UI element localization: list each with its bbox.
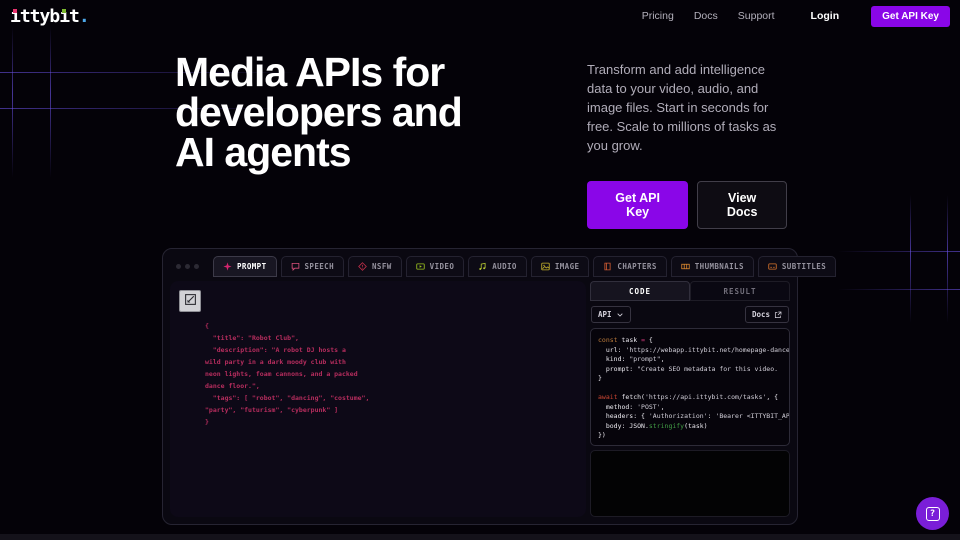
question-mark-icon: ? [926, 507, 940, 521]
demo-tab-speech[interactable]: SPEECH [281, 256, 345, 277]
sparkle-icon [223, 262, 232, 271]
api-dropdown-label: API [598, 310, 612, 319]
logo-period: . [79, 6, 89, 27]
hero-right-column: Transform and add intelligence data to y… [587, 60, 787, 229]
top-nav: ıttybıt. Pricing Docs Support Login Get … [0, 0, 960, 32]
cta-row: Get API Key View Docs [587, 181, 787, 229]
grid-line-right-h2 [838, 289, 960, 290]
demo-tab-label: PROMPT [237, 262, 267, 271]
code-result-tabs: CODE RESULT [590, 281, 790, 301]
window-dot [194, 264, 199, 269]
chevron-down-icon [616, 311, 624, 319]
demo-tab-label: IMAGE [555, 262, 580, 271]
demo-main: { "title": "Robot Club", "description": … [170, 281, 790, 517]
window-dot [176, 264, 181, 269]
captions-icon [768, 262, 777, 271]
grid-line-right-v1 [910, 195, 911, 323]
page-title: Media APIs fordevelopers andAI agents [175, 52, 462, 172]
demo-tab-video[interactable]: VIDEO [406, 256, 465, 277]
demo-tab-bar: PROMPT SPEECH NSFW VIDEO AUDIO IMAGE CHAPTERS T… [170, 256, 790, 281]
demo-tab-thumbnails[interactable]: THUMBNAILS [671, 256, 754, 277]
next-section-edge [0, 534, 960, 540]
api-dropdown[interactable]: API [591, 306, 631, 323]
code-block: const task = { url: 'https://webapp.itty… [590, 328, 790, 446]
window-dot [185, 264, 190, 269]
tab-code[interactable]: CODE [590, 281, 690, 301]
filmstrip-icon [681, 262, 690, 271]
logo-t: t [69, 6, 79, 27]
demo-tab-label: VIDEO [430, 262, 455, 271]
code-toolbar: API Docs [590, 301, 790, 328]
get-api-key-button-header[interactable]: Get API Key [871, 6, 950, 27]
result-output-area [590, 450, 790, 517]
demo-panel: PROMPT SPEECH NSFW VIDEO AUDIO IMAGE CHAPTERS T… [162, 248, 798, 525]
tab-result[interactable]: RESULT [690, 281, 790, 301]
demo-tab-chapters[interactable]: CHAPTERS [593, 256, 666, 277]
nav-pricing[interactable]: Pricing [642, 10, 674, 22]
video-icon [416, 262, 425, 271]
demo-tab-label: AUDIO [492, 262, 517, 271]
grid-line-right-v2 [947, 195, 948, 323]
window-dots [176, 264, 199, 269]
chat-help-button[interactable]: ? [916, 497, 949, 530]
speech-bubble-icon [291, 262, 300, 271]
demo-tab-label: CHAPTERS [617, 262, 656, 271]
view-docs-button[interactable]: View Docs [697, 181, 787, 229]
demo-tab-label: SUBTITLES [782, 262, 826, 271]
external-link-icon [774, 311, 782, 319]
media-cast-button[interactable] [179, 290, 201, 312]
demo-tab-audio[interactable]: AUDIO [468, 256, 527, 277]
grid-line-top-left-v1 [12, 26, 13, 178]
demo-tab-subtitles[interactable]: SUBTITLES [758, 256, 836, 277]
docs-button-label: Docs [752, 310, 770, 319]
nav-support[interactable]: Support [738, 10, 775, 22]
logo-letter-i1: ı [10, 6, 20, 27]
logo[interactable]: ıttybıt. [10, 6, 89, 27]
nav-docs[interactable]: Docs [694, 10, 718, 22]
demo-tab-prompt[interactable]: PROMPT [213, 256, 277, 277]
demo-tab-nsfw[interactable]: NSFW [348, 256, 402, 277]
image-icon [541, 262, 550, 271]
grid-line-top-left-v2 [50, 26, 51, 178]
demo-tab-label: NSFW [372, 262, 392, 271]
demo-tab-label: SPEECH [305, 262, 335, 271]
nav-login[interactable]: Login [811, 10, 840, 22]
cast-icon [184, 293, 197, 309]
demo-tab-list: PROMPT SPEECH NSFW VIDEO AUDIO IMAGE CHAPTERS T… [213, 256, 836, 277]
code-pane: CODE RESULT API Docs const task = { ur [590, 281, 790, 517]
logo-mid: ttyb [20, 6, 59, 27]
logo-letter-i2: ı [59, 6, 69, 27]
demo-tab-image[interactable]: IMAGE [531, 256, 590, 277]
alert-diamond-icon [358, 262, 367, 271]
hero-description: Transform and add intelligence data to y… [587, 60, 787, 155]
demo-tab-label: THUMBNAILS [695, 262, 744, 271]
get-api-key-button-hero[interactable]: Get API Key [587, 181, 688, 229]
prompt-json-code: { "title": "Robot Club", "description": … [205, 320, 577, 428]
music-note-icon [478, 262, 487, 271]
prompt-preview-pane: { "title": "Robot Club", "description": … [170, 281, 586, 517]
grid-line-right-h1 [838, 251, 960, 252]
nav-links: Pricing Docs Support Login Get API Key [642, 6, 950, 27]
book-icon [603, 262, 612, 271]
docs-link-button[interactable]: Docs [745, 306, 789, 323]
